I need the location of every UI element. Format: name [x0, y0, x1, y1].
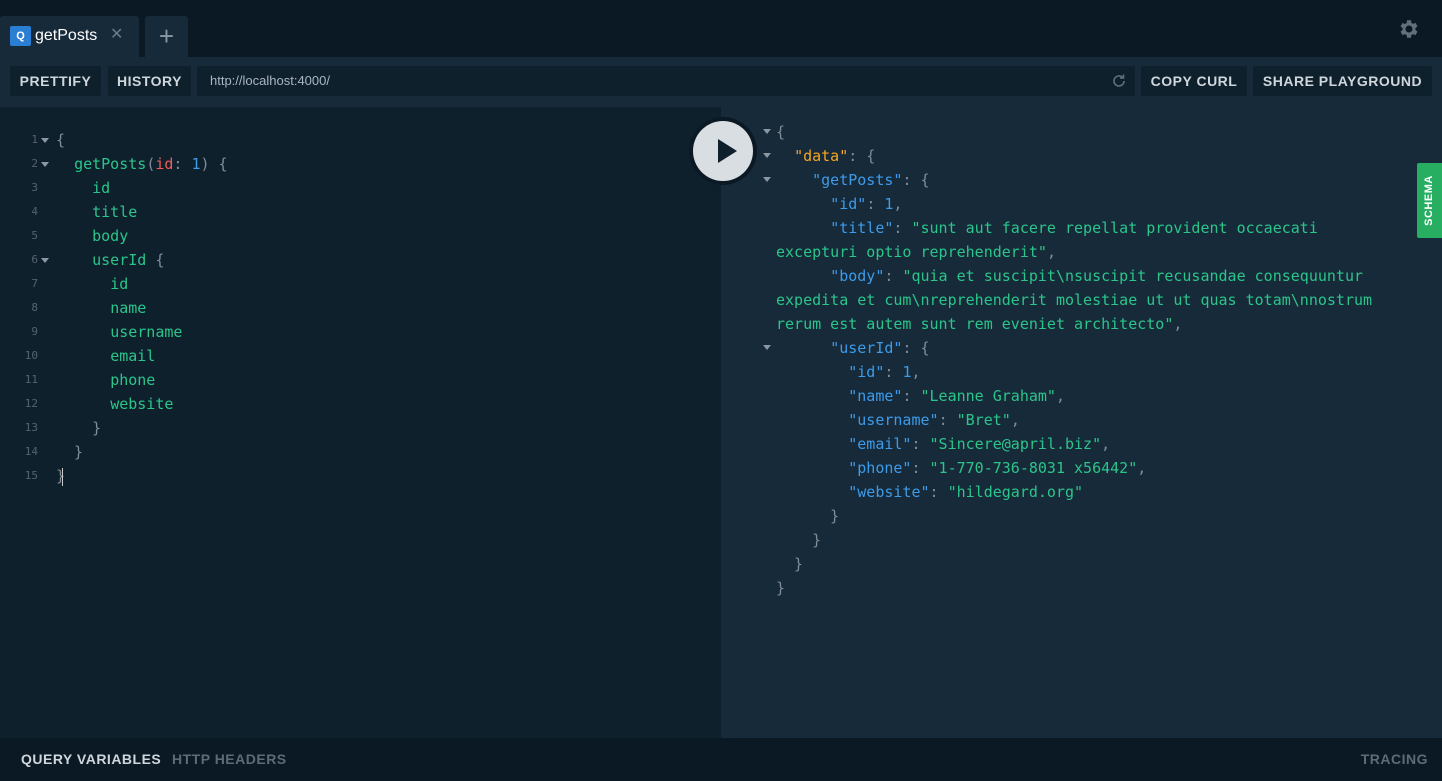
result-key: "id" [830, 195, 867, 213]
argument-value: 1 [191, 155, 201, 173]
tab-title: getPosts [35, 27, 98, 44]
fold-arrow-icon[interactable] [41, 138, 49, 143]
brace-open: { [56, 131, 66, 149]
query-field: website [110, 395, 174, 413]
line-number: 7 [31, 277, 38, 290]
result-value: "1-770-736-8031 x56442" [929, 459, 1138, 477]
endpoint-url-input[interactable]: http://localhost:4000/ [197, 66, 1135, 96]
fold-arrow-icon[interactable] [763, 177, 771, 182]
history-button[interactable]: HISTORY [108, 66, 191, 96]
line-number: 13 [24, 421, 38, 434]
query-field: username [110, 323, 183, 341]
result-key: "id" [848, 363, 885, 381]
argument-name: id [155, 155, 174, 173]
result-key: "title" [830, 219, 894, 237]
result-key-userid: "userId" [830, 339, 903, 357]
result-key-getposts: "getPosts" [812, 171, 903, 189]
query-badge: Q [10, 26, 31, 46]
fold-arrow-icon[interactable] [41, 258, 49, 263]
result-value: "quia et suscipit\nsuscipit recusandae c… [902, 267, 1364, 285]
line-number: 15 [24, 469, 38, 482]
query-field: userId [92, 251, 147, 269]
copy-curl-button[interactable]: COPY CURL [1141, 66, 1247, 96]
result-key: "phone" [848, 459, 912, 477]
line-number: 8 [31, 301, 38, 314]
result-viewer: { "data": { "getPosts": { "id": 1, "titl… [721, 107, 1442, 738]
fold-arrow-icon[interactable] [763, 153, 771, 158]
new-tab-button[interactable]: + [145, 16, 188, 57]
result-key-data: "data" [794, 147, 849, 165]
line-number: 9 [31, 325, 38, 338]
query-field: title [92, 203, 138, 221]
result-value: "Sincere@april.biz" [929, 435, 1102, 453]
close-icon[interactable]: ✕ [110, 25, 123, 45]
endpoint-url-text: http://localhost:4000/ [210, 73, 330, 88]
query-field: phone [110, 371, 156, 389]
text-cursor [62, 467, 64, 486]
play-icon [718, 139, 737, 163]
run-button-face [693, 121, 753, 181]
toolbar: PRETTIFY HISTORY http://localhost:4000/ … [0, 57, 1442, 107]
reload-icon[interactable] [1111, 73, 1127, 89]
result-value: "Leanne Graham" [920, 387, 1056, 405]
query-field: email [110, 347, 156, 365]
result-value-wrap: excepturi optio reprehenderit" [776, 243, 1047, 261]
result-key: "email" [848, 435, 912, 453]
query-field: name [110, 299, 147, 317]
query-variables-tab[interactable]: QUERY VARIABLES [21, 738, 161, 781]
query-field: id [92, 179, 111, 197]
line-number: 1 [31, 133, 38, 146]
query-field: id [110, 275, 129, 293]
gear-icon[interactable] [1397, 17, 1421, 41]
query-field: body [92, 227, 129, 245]
fold-arrow-icon[interactable] [41, 162, 49, 167]
line-number: 10 [24, 349, 38, 362]
result-value: "hildegard.org" [947, 483, 1084, 501]
result-key: "website" [848, 483, 930, 501]
query-editor[interactable]: 1{ 2 getPosts(id: 1) { 3 id 4 title 5 bo… [0, 107, 721, 738]
result-value: "Bret" [956, 411, 1011, 429]
line-number: 12 [24, 397, 38, 410]
result-value-wrap: expedita et cum\nreprehenderit molestiae… [776, 291, 1373, 309]
tracing-tab[interactable]: TRACING [1361, 738, 1428, 781]
result-key: "username" [848, 411, 939, 429]
line-number: 3 [31, 181, 38, 194]
fold-arrow-icon[interactable] [763, 345, 771, 350]
http-headers-tab[interactable]: HTTP HEADERS [172, 738, 287, 781]
result-value-wrap: rerum est autem sunt rem eveniet archite… [776, 315, 1174, 333]
fold-arrow-icon[interactable] [763, 129, 771, 134]
share-playground-button[interactable]: SHARE PLAYGROUND [1253, 66, 1432, 96]
bottom-bar: QUERY VARIABLES HTTP HEADERS TRACING [0, 738, 1442, 781]
line-number: 4 [31, 205, 38, 218]
result-key: "name" [848, 387, 903, 405]
line-number: 5 [31, 229, 38, 242]
tab-getposts[interactable]: Q getPosts ✕ [0, 16, 139, 57]
line-number: 2 [31, 157, 38, 170]
run-query-button[interactable] [689, 117, 757, 185]
result-value: "sunt aut facere repellat provident occa… [911, 219, 1318, 237]
schema-label: SCHEMA [1423, 175, 1435, 226]
result-key: "body" [830, 267, 885, 285]
operation-name: getPosts [74, 155, 147, 173]
tab-bar: Q getPosts ✕ + [0, 0, 1442, 57]
line-number: 14 [24, 445, 38, 458]
prettify-button[interactable]: PRETTIFY [10, 66, 101, 96]
line-number: 6 [31, 253, 38, 266]
schema-tab[interactable]: SCHEMA [1417, 163, 1442, 238]
line-number: 11 [24, 373, 38, 386]
